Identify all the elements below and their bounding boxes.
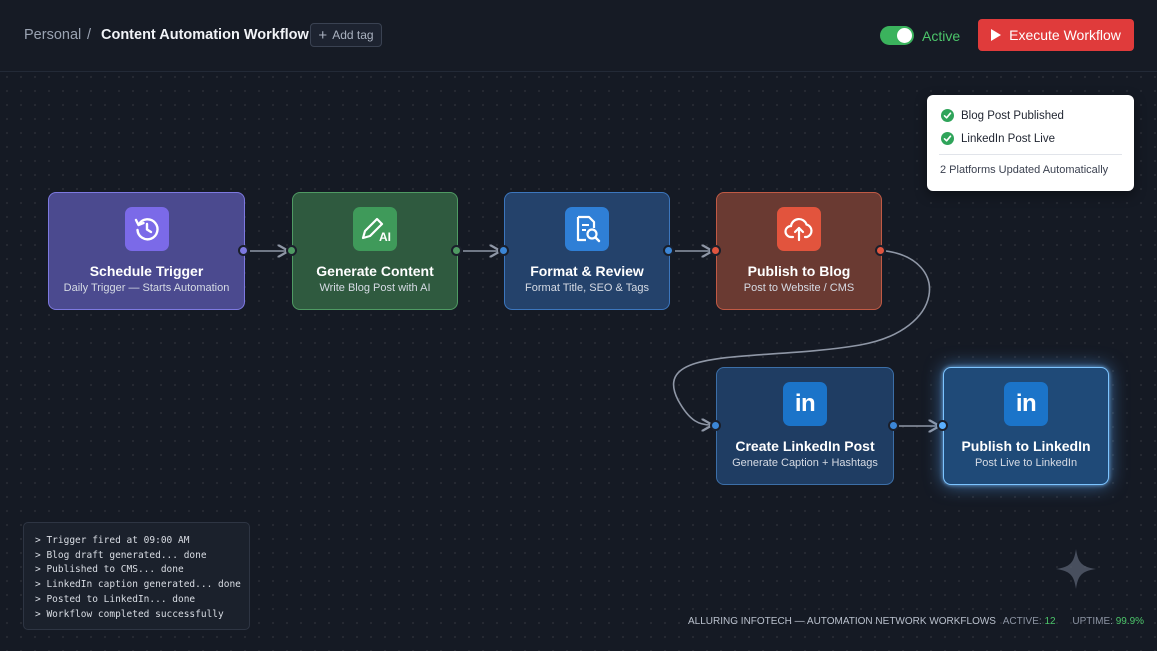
clock-icon (124, 207, 169, 251)
footer-uptime-value: 99.9% (1115, 616, 1145, 627)
log-line: > Workflow completed successfully (35, 608, 224, 620)
node-create-linkedin-post[interactable]: in Create LinkedIn Post Generate Caption… (716, 367, 894, 485)
footer-active-value: 12 (1044, 616, 1056, 627)
output-port[interactable] (238, 245, 249, 256)
sparkle-icon (1056, 549, 1096, 589)
node-title: Create LinkedIn Post (735, 438, 875, 454)
input-port[interactable] (710, 245, 721, 256)
node-subtitle: Daily Trigger — Starts Automation (63, 282, 230, 294)
ai-pen-icon: AI (353, 207, 397, 251)
input-port[interactable] (498, 245, 509, 256)
linkedin-icon-text: in (1015, 390, 1037, 417)
node-format-review[interactable]: Format & Review Format Title, SEO & Tags (504, 192, 670, 310)
log-line: > Published to CMS... done (35, 564, 184, 576)
output-port[interactable] (875, 245, 886, 256)
node-subtitle: Write Blog Post with AI (319, 282, 431, 294)
output-port[interactable] (663, 245, 674, 256)
node-subtitle: Generate Caption + Hashtags (732, 457, 878, 469)
node-subtitle: Post Live to LinkedIn (974, 457, 1078, 469)
node-generate-content[interactable]: AI Generate Content Write Blog Post with… (292, 192, 458, 310)
execution-log: > Trigger fired at 09:00 AM > Blog draft… (23, 522, 250, 630)
node-title: Format & Review (530, 263, 644, 279)
input-port[interactable] (710, 420, 721, 431)
linkedin-icon: in (1004, 382, 1048, 426)
check-circle-icon (941, 132, 954, 145)
notification-text: LinkedIn Post Live (961, 132, 1055, 145)
node-title: Generate Content (316, 263, 434, 279)
check-circle-icon (941, 109, 954, 122)
input-port[interactable] (286, 245, 297, 256)
footer-uptime-label: UPTIME: (1072, 616, 1113, 627)
linkedin-icon: in (783, 382, 827, 426)
notification-item: Blog Post Published (941, 109, 1064, 122)
output-port[interactable] (451, 245, 462, 256)
node-schedule-trigger[interactable]: Schedule Trigger Daily Trigger — Starts … (48, 192, 245, 310)
log-line: > Trigger fired at 09:00 AM (35, 535, 190, 546)
node-publish-blog[interactable]: Publish to Blog Post to Website / CMS (716, 192, 882, 310)
document-search-icon (565, 207, 609, 251)
notification-item: LinkedIn Post Live (941, 132, 1055, 145)
footer-status: ALLURING INFOTECH — AUTOMATION NETWORK W… (688, 616, 1144, 627)
ai-icon-text: AI (379, 230, 391, 244)
log-line: > Posted to LinkedIn... done (35, 593, 196, 605)
linkedin-icon-text: in (794, 390, 816, 417)
node-title: Publish to Blog (747, 263, 851, 279)
notification-summary: 2 Platforms Updated Automatically (940, 164, 1109, 176)
footer-brand: ALLURING INFOTECH — AUTOMATION NETWORK W… (688, 616, 996, 627)
output-port[interactable] (888, 420, 899, 431)
node-title: Schedule Trigger (89, 263, 204, 279)
cloud-upload-icon (777, 207, 821, 251)
footer-active-label: ACTIVE: (1002, 616, 1042, 627)
node-title: Publish to LinkedIn (961, 438, 1091, 454)
notification-divider (939, 154, 1122, 155)
log-line: > Blog draft generated... done (35, 549, 207, 561)
notification-text: Blog Post Published (961, 109, 1064, 122)
input-port[interactable] (937, 420, 948, 431)
node-subtitle: Post to Website / CMS (743, 282, 855, 294)
node-publish-linkedin[interactable]: in Publish to LinkedIn Post Live to Link… (943, 367, 1109, 485)
notification-card: Blog Post Published LinkedIn Post Live 2… (927, 95, 1134, 191)
log-line: > LinkedIn caption generated... done (35, 579, 241, 591)
node-subtitle: Format Title, SEO & Tags (525, 282, 649, 294)
